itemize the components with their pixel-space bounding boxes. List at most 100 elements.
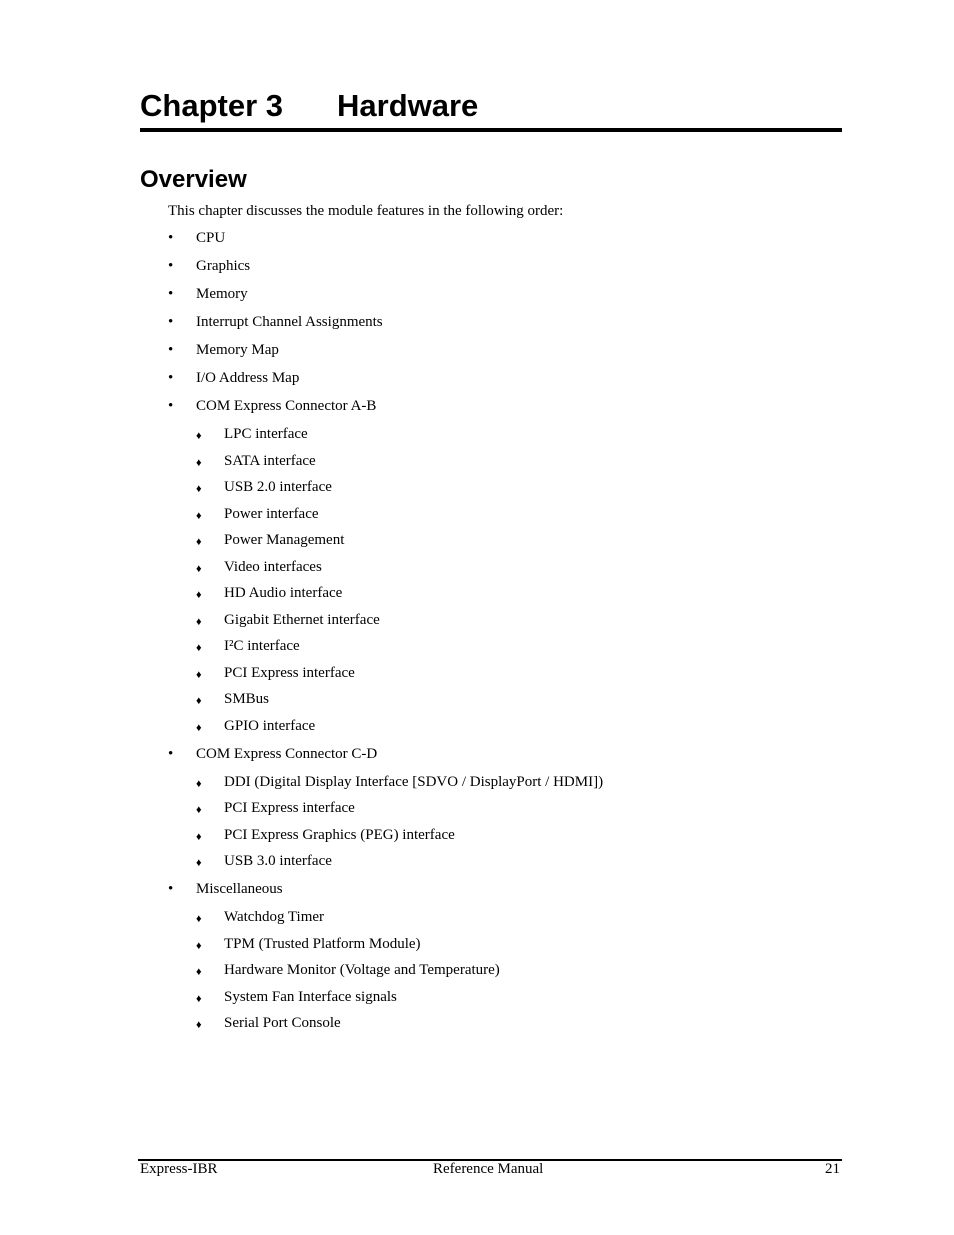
sub-list-item: ♦ LPC interface	[196, 424, 308, 444]
sub-list-item: ♦ I²C interface	[196, 636, 300, 656]
bullet-icon: •	[168, 230, 174, 246]
chapter-rule	[140, 128, 842, 132]
bullet-icon: •	[168, 370, 174, 386]
list-item-text: HD Audio interface	[224, 585, 343, 601]
chapter-number: Chapter 3	[140, 88, 283, 123]
diamond-bullet-icon: ♦	[196, 722, 202, 734]
sub-list-item: ♦ PCI Express Graphics (PEG) interface	[196, 825, 455, 845]
list-item-text: Power Management	[224, 532, 345, 548]
sub-list-item: ♦ GPIO interface	[196, 716, 316, 736]
diamond-bullet-icon: ♦	[196, 483, 202, 495]
page-footer: Express-IBR Reference Manual 21	[138, 1159, 842, 1179]
sub-list-item: ♦ Power Management	[196, 530, 345, 550]
diamond-bullet-icon: ♦	[196, 669, 202, 681]
list-item: • COM Express Connector A-B	[168, 396, 377, 416]
list-item-text: I²C interface	[224, 638, 300, 654]
list-item: • Graphics	[168, 256, 251, 276]
chapter-heading: Chapter 3 Hardware	[140, 86, 478, 126]
list-item-text: I/O Address Map	[196, 370, 300, 386]
list-item-text: Memory	[196, 286, 248, 302]
diamond-bullet-icon: ♦	[196, 966, 202, 978]
list-item-text: PCI Express interface	[224, 665, 355, 681]
bullet-icon: •	[168, 881, 174, 897]
bullet-icon: •	[168, 398, 174, 414]
list-item: • Memory Map	[168, 340, 279, 360]
diamond-bullet-icon: ♦	[196, 563, 202, 575]
list-item-text: USB 2.0 interface	[224, 479, 332, 495]
list-item-text: PCI Express Graphics (PEG) interface	[224, 827, 455, 843]
sub-list-item: ♦ PCI Express interface	[196, 663, 355, 683]
list-item-text: Interrupt Channel Assignments	[196, 314, 383, 330]
list-item-text: PCI Express interface	[224, 800, 355, 816]
list-item-text: Gigabit Ethernet interface	[224, 612, 380, 628]
list-item-text: SMBus	[224, 691, 270, 707]
bullet-icon: •	[168, 314, 174, 330]
list-item-text: System Fan Interface signals	[224, 989, 397, 1005]
list-item-text: SATA interface	[224, 453, 316, 469]
list-item-text: CPU	[196, 230, 226, 246]
list-item-text: Power interface	[224, 506, 319, 522]
diamond-bullet-icon: ♦	[196, 857, 202, 869]
bullet-icon: •	[168, 258, 174, 274]
list-item: • Memory	[168, 284, 248, 304]
list-item-text: LPC interface	[224, 426, 308, 442]
list-item-text: Graphics	[196, 258, 251, 274]
sub-list-item: ♦ System Fan Interface signals	[196, 987, 397, 1007]
diamond-bullet-icon: ♦	[196, 1019, 202, 1031]
sub-list-item: ♦ USB 3.0 interface	[196, 851, 332, 871]
list-item-text: DDI (Digital Display Interface [SDVO / D…	[224, 774, 604, 790]
sub-list-item: ♦ Serial Port Console	[196, 1013, 341, 1033]
diamond-bullet-icon: ♦	[196, 804, 202, 816]
bullet-icon: •	[168, 746, 174, 762]
diamond-bullet-icon: ♦	[196, 831, 202, 843]
sub-list-item: ♦ HD Audio interface	[196, 583, 343, 603]
list-item-text: TPM (Trusted Platform Module)	[224, 936, 421, 952]
intro-paragraph: This chapter discusses the module featur…	[168, 203, 564, 219]
list-item-text: USB 3.0 interface	[224, 853, 332, 869]
list-item-text: COM Express Connector A-B	[196, 398, 377, 414]
chapter-title: Hardware	[337, 88, 479, 123]
sub-list-item: ♦ Hardware Monitor (Voltage and Temperatu…	[196, 960, 500, 980]
list-item-text: Video interfaces	[224, 559, 322, 575]
diamond-bullet-icon: ♦	[196, 695, 202, 707]
list-item: • Interrupt Channel Assignments	[168, 312, 383, 332]
sub-list-item: ♦ Video interfaces	[196, 557, 322, 577]
list-item-text: Watchdog Timer	[224, 909, 325, 925]
list-item: • COM Express Connector C-D	[168, 744, 378, 764]
list-item-text: Hardware Monitor (Voltage and Temperatur…	[224, 962, 500, 978]
diamond-bullet-icon: ♦	[196, 616, 202, 628]
diamond-bullet-icon: ♦	[196, 430, 202, 442]
diamond-bullet-icon: ♦	[196, 457, 202, 469]
list-item-text: Miscellaneous	[196, 881, 283, 897]
diamond-bullet-icon: ♦	[196, 940, 202, 952]
bullet-icon: •	[168, 286, 174, 302]
sub-list-item: ♦ PCI Express interface	[196, 798, 355, 818]
sub-list-item: ♦ Gigabit Ethernet interface	[196, 610, 380, 630]
sub-list-item: ♦ Power interface	[196, 504, 319, 524]
sub-list-item: ♦ USB 2.0 interface	[196, 477, 332, 497]
footer-doc-title: Reference Manual	[433, 1161, 544, 1177]
document-page: Chapter 3 Hardware Overview This chapter …	[0, 0, 954, 1235]
list-item: • CPU	[168, 228, 226, 248]
diamond-bullet-icon: ♦	[196, 589, 202, 601]
page-number: 21	[825, 1161, 840, 1177]
bullet-icon: •	[168, 342, 174, 358]
sub-list-item: ♦ Watchdog Timer	[196, 907, 325, 927]
diamond-bullet-icon: ♦	[196, 536, 202, 548]
list-item-text: Serial Port Console	[224, 1015, 341, 1031]
diamond-bullet-icon: ♦	[196, 778, 202, 790]
sub-list-item: ♦ SMBus	[196, 689, 270, 709]
sub-list-item: ♦ DDI (Digital Display Interface [SDVO / …	[196, 772, 604, 792]
footer-product: Express-IBR	[140, 1161, 218, 1177]
section-title: Overview	[140, 166, 247, 193]
sub-list-item: ♦ TPM (Trusted Platform Module)	[196, 934, 421, 954]
diamond-bullet-icon: ♦	[196, 642, 202, 654]
diamond-bullet-icon: ♦	[196, 993, 202, 1005]
sub-list-item: ♦ SATA interface	[196, 451, 316, 471]
diamond-bullet-icon: ♦	[196, 913, 202, 925]
list-item: • I/O Address Map	[168, 368, 300, 388]
list-item-text: GPIO interface	[224, 718, 316, 734]
list-item-text: Memory Map	[196, 342, 279, 358]
list-item-text: COM Express Connector C-D	[196, 746, 378, 762]
diamond-bullet-icon: ♦	[196, 510, 202, 522]
